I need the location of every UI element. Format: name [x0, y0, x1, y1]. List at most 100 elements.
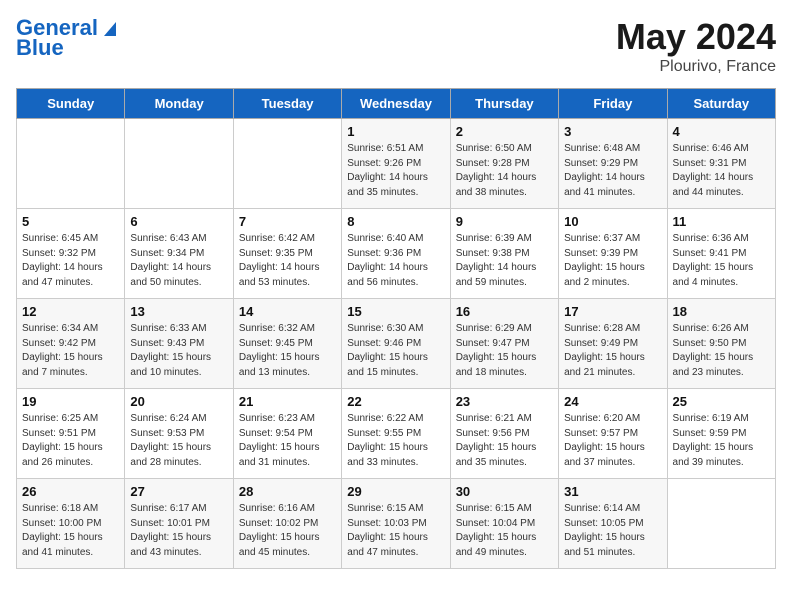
- day-number: 3: [564, 124, 661, 139]
- day-number: 31: [564, 484, 661, 499]
- day-info: Sunrise: 6:39 AM Sunset: 9:38 PM Dayligh…: [456, 232, 553, 290]
- day-info: Sunrise: 6:34 AM Sunset: 9:42 PM Dayligh…: [22, 322, 119, 380]
- day-cell: 14 Sunrise: 6:32 AM Sunset: 9:45 PM Dayli…: [233, 299, 341, 389]
- day-cell: 26 Sunrise: 6:18 AM Sunset: 10:00 PM Dayl…: [17, 479, 125, 569]
- day-number: 1: [347, 124, 444, 139]
- day-info: Sunrise: 6:30 AM Sunset: 9:46 PM Dayligh…: [347, 322, 444, 380]
- day-info: Sunrise: 6:26 AM Sunset: 9:50 PM Dayligh…: [673, 322, 770, 380]
- day-number: 25: [673, 394, 770, 409]
- day-number: 14: [239, 304, 336, 319]
- day-number: 11: [673, 214, 770, 229]
- day-cell: 21Sunrise: 6:23 AM Sunset: 9:54 PM Dayli…: [233, 389, 341, 479]
- logo-arrow-icon: [100, 18, 120, 38]
- day-number: 28: [239, 484, 336, 499]
- title-block: May 2024 Plourivo, France: [616, 16, 776, 76]
- calendar-table: SundayMondayTuesdayWednesdayThursdayFrid…: [16, 88, 776, 569]
- day-number: 17: [564, 304, 661, 319]
- day-info: Sunrise: 6:17 AM Sunset: 10:01 PM Daylig…: [130, 502, 227, 560]
- day-header-monday: Monday: [125, 89, 233, 119]
- day-info: Sunrise: 6:15 AM Sunset: 10:03 PM Daylig…: [347, 502, 444, 560]
- day-number: 23: [456, 394, 553, 409]
- day-cell: 29 Sunrise: 6:15 AM Sunset: 10:03 PM Dayl…: [342, 479, 450, 569]
- day-cell: 7 Sunrise: 6:42 AM Sunset: 9:35 PM Daylig…: [233, 209, 341, 299]
- day-header-thursday: Thursday: [450, 89, 558, 119]
- day-cell: [125, 119, 233, 209]
- day-cell: 24 Sunrise: 6:20 AM Sunset: 9:57 PM Dayli…: [559, 389, 667, 479]
- day-number: 15: [347, 304, 444, 319]
- day-header-saturday: Saturday: [667, 89, 775, 119]
- logo-text-blue: Blue: [16, 36, 64, 60]
- location: Plourivo, France: [616, 58, 776, 76]
- day-info: Sunrise: 6:32 AM Sunset: 9:45 PM Dayligh…: [239, 322, 336, 380]
- day-number: 9: [456, 214, 553, 229]
- week-row-3: 12Sunrise: 6:34 AM Sunset: 9:42 PM Dayli…: [17, 299, 776, 389]
- day-info: Sunrise: 6:43 AM Sunset: 9:34 PM Dayligh…: [130, 232, 227, 290]
- day-info: Sunrise: 6:48 AM Sunset: 9:29 PM Dayligh…: [564, 142, 661, 200]
- day-number: 19: [22, 394, 119, 409]
- day-number: 21: [239, 394, 336, 409]
- day-cell: 3 Sunrise: 6:48 AM Sunset: 9:29 PM Daylig…: [559, 119, 667, 209]
- day-cell: 4 Sunrise: 6:46 AM Sunset: 9:31 PM Daylig…: [667, 119, 775, 209]
- day-cell: 22Sunrise: 6:22 AM Sunset: 9:55 PM Dayli…: [342, 389, 450, 479]
- day-cell: 17 Sunrise: 6:28 AM Sunset: 9:49 PM Dayli…: [559, 299, 667, 389]
- day-number: 24: [564, 394, 661, 409]
- day-info: Sunrise: 6:22 AM Sunset: 9:55 PM Dayligh…: [347, 412, 444, 470]
- day-info: Sunrise: 6:36 AM Sunset: 9:41 PM Dayligh…: [673, 232, 770, 290]
- day-cell: 1 Sunrise: 6:51 AM Sunset: 9:26 PM Daylig…: [342, 119, 450, 209]
- week-row-4: 19 Sunrise: 6:25 AM Sunset: 9:51 PM Dayli…: [17, 389, 776, 479]
- days-header-row: SundayMondayTuesdayWednesdayThursdayFrid…: [17, 89, 776, 119]
- day-cell: 23 Sunrise: 6:21 AM Sunset: 9:56 PM Dayli…: [450, 389, 558, 479]
- page-header: General Blue May 2024 Plourivo, France: [16, 16, 776, 76]
- day-number: 29: [347, 484, 444, 499]
- day-cell: 16Sunrise: 6:29 AM Sunset: 9:47 PM Dayli…: [450, 299, 558, 389]
- day-cell: 13 Sunrise: 6:33 AM Sunset: 9:43 PM Dayli…: [125, 299, 233, 389]
- day-info: Sunrise: 6:46 AM Sunset: 9:31 PM Dayligh…: [673, 142, 770, 200]
- month-title: May 2024: [616, 16, 776, 58]
- week-row-5: 26 Sunrise: 6:18 AM Sunset: 10:00 PM Dayl…: [17, 479, 776, 569]
- day-cell: 15 Sunrise: 6:30 AM Sunset: 9:46 PM Dayli…: [342, 299, 450, 389]
- day-number: 4: [673, 124, 770, 139]
- week-row-1: 1 Sunrise: 6:51 AM Sunset: 9:26 PM Daylig…: [17, 119, 776, 209]
- day-number: 7: [239, 214, 336, 229]
- day-number: 13: [130, 304, 227, 319]
- day-number: 30: [456, 484, 553, 499]
- day-info: Sunrise: 6:42 AM Sunset: 9:35 PM Dayligh…: [239, 232, 336, 290]
- day-header-wednesday: Wednesday: [342, 89, 450, 119]
- day-cell: 19 Sunrise: 6:25 AM Sunset: 9:51 PM Dayli…: [17, 389, 125, 479]
- day-number: 26: [22, 484, 119, 499]
- logo: General Blue: [16, 16, 120, 60]
- day-number: 6: [130, 214, 227, 229]
- day-info: Sunrise: 6:20 AM Sunset: 9:57 PM Dayligh…: [564, 412, 661, 470]
- day-info: Sunrise: 6:40 AM Sunset: 9:36 PM Dayligh…: [347, 232, 444, 290]
- day-cell: 8 Sunrise: 6:40 AM Sunset: 9:36 PM Daylig…: [342, 209, 450, 299]
- day-cell: 5 Sunrise: 6:45 AM Sunset: 9:32 PM Daylig…: [17, 209, 125, 299]
- day-number: 8: [347, 214, 444, 229]
- day-info: Sunrise: 6:45 AM Sunset: 9:32 PM Dayligh…: [22, 232, 119, 290]
- day-cell: 30 Sunrise: 6:15 AM Sunset: 10:04 PM Dayl…: [450, 479, 558, 569]
- day-info: Sunrise: 6:15 AM Sunset: 10:04 PM Daylig…: [456, 502, 553, 560]
- day-cell: 6 Sunrise: 6:43 AM Sunset: 9:34 PM Daylig…: [125, 209, 233, 299]
- day-number: 2: [456, 124, 553, 139]
- day-info: Sunrise: 6:18 AM Sunset: 10:00 PM Daylig…: [22, 502, 119, 560]
- day-info: Sunrise: 6:28 AM Sunset: 9:49 PM Dayligh…: [564, 322, 661, 380]
- day-info: Sunrise: 6:37 AM Sunset: 9:39 PM Dayligh…: [564, 232, 661, 290]
- day-info: Sunrise: 6:50 AM Sunset: 9:28 PM Dayligh…: [456, 142, 553, 200]
- day-info: Sunrise: 6:16 AM Sunset: 10:02 PM Daylig…: [239, 502, 336, 560]
- day-number: 27: [130, 484, 227, 499]
- day-cell: 18Sunrise: 6:26 AM Sunset: 9:50 PM Dayli…: [667, 299, 775, 389]
- day-info: Sunrise: 6:19 AM Sunset: 9:59 PM Dayligh…: [673, 412, 770, 470]
- week-row-2: 5 Sunrise: 6:45 AM Sunset: 9:32 PM Daylig…: [17, 209, 776, 299]
- day-info: Sunrise: 6:33 AM Sunset: 9:43 PM Dayligh…: [130, 322, 227, 380]
- day-info: Sunrise: 6:21 AM Sunset: 9:56 PM Dayligh…: [456, 412, 553, 470]
- day-cell: 31Sunrise: 6:14 AM Sunset: 10:05 PM Dayl…: [559, 479, 667, 569]
- day-cell: 28 Sunrise: 6:16 AM Sunset: 10:02 PM Dayl…: [233, 479, 341, 569]
- day-info: Sunrise: 6:51 AM Sunset: 9:26 PM Dayligh…: [347, 142, 444, 200]
- day-cell: 2 Sunrise: 6:50 AM Sunset: 9:28 PM Daylig…: [450, 119, 558, 209]
- day-number: 16: [456, 304, 553, 319]
- day-cell: 11 Sunrise: 6:36 AM Sunset: 9:41 PM Dayli…: [667, 209, 775, 299]
- day-cell: 9 Sunrise: 6:39 AM Sunset: 9:38 PM Daylig…: [450, 209, 558, 299]
- day-info: Sunrise: 6:25 AM Sunset: 9:51 PM Dayligh…: [22, 412, 119, 470]
- day-number: 5: [22, 214, 119, 229]
- day-cell: [17, 119, 125, 209]
- day-cell: 10Sunrise: 6:37 AM Sunset: 9:39 PM Dayli…: [559, 209, 667, 299]
